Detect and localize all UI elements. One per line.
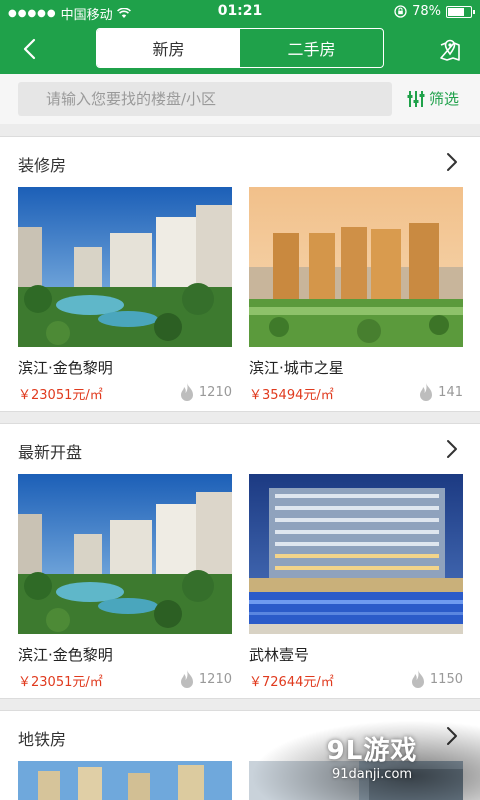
popularity-count: 141 xyxy=(438,384,463,400)
listing-price: ￥23051元/㎡ xyxy=(18,675,103,690)
listing-photo xyxy=(249,474,463,634)
popularity: 1150 xyxy=(410,669,463,689)
map-button[interactable] xyxy=(436,34,464,64)
section-title: 地铁房 xyxy=(18,730,67,749)
listing-photo xyxy=(18,474,232,634)
section-title: 装修房 xyxy=(18,156,67,175)
flame-icon xyxy=(180,670,193,688)
status-bar: ●●●●● 中国移动 01:21 78% xyxy=(0,0,480,24)
popularity-count: 1150 xyxy=(429,671,463,687)
search-input[interactable] xyxy=(18,82,392,116)
section-decorated-houses: 装修房 滨江·金色黎明 ￥23051元/㎡ 1210 滨江·城市之星 ￥3549… xyxy=(0,136,480,412)
watermark: 9L游戏 91danji.com xyxy=(272,730,472,796)
back-button[interactable] xyxy=(14,34,44,64)
listing-card[interactable]: 滨江·金色黎明 ￥23051元/㎡ 1210 xyxy=(18,474,232,693)
section-title: 最新开盘 xyxy=(18,443,83,462)
listing-card[interactable]: 滨江·城市之星 ￥35494元/㎡ 141 xyxy=(249,187,463,406)
section-header[interactable]: 最新开盘 xyxy=(0,424,480,474)
listing-price: ￥72644元/㎡ xyxy=(249,675,334,690)
listing-name: 滨江·金色黎明 xyxy=(18,646,113,664)
popularity-count: 1210 xyxy=(198,671,232,687)
listing-name: 武林壹号 xyxy=(249,646,310,664)
section-newly-opened: 最新开盘 滨江·金色黎明 ￥23051元/㎡ 1210 武林壹号 ￥72644元… xyxy=(0,423,480,699)
battery-percent: 78% xyxy=(412,4,441,19)
house-type-tabs: 新房 二手房 xyxy=(96,28,384,68)
chevron-right-icon xyxy=(447,440,457,458)
map-pin-icon xyxy=(440,39,460,61)
filter-label: 筛选 xyxy=(429,90,460,108)
popularity: 141 xyxy=(418,382,463,402)
tab-second-hand-house[interactable]: 二手房 xyxy=(240,29,383,67)
chevron-left-icon xyxy=(23,38,36,60)
listing-price: ￥23051元/㎡ xyxy=(18,388,103,403)
flame-icon xyxy=(420,383,433,401)
flame-icon xyxy=(180,383,193,401)
tab-new-house[interactable]: 新房 xyxy=(97,29,240,67)
filter-button[interactable]: 筛选 xyxy=(406,88,459,109)
listing-price: ￥35494元/㎡ xyxy=(249,388,334,403)
watermark-brand: 9L游戏 xyxy=(326,736,418,766)
popularity-count: 1210 xyxy=(198,384,232,400)
listing-photo xyxy=(18,761,232,800)
popularity: 1210 xyxy=(179,669,232,689)
filter-sliders-icon xyxy=(407,90,425,107)
listing-card[interactable]: 武林壹号 ￥72644元/㎡ 1150 xyxy=(249,474,463,693)
listing-name: 滨江·城市之星 xyxy=(249,359,344,377)
listing-card[interactable]: 滨江·金色黎明 ￥23051元/㎡ 1210 xyxy=(18,187,232,406)
listing-name: 滨江·金色黎明 xyxy=(18,359,113,377)
section-header[interactable]: 装修房 xyxy=(0,137,480,187)
listing-photo xyxy=(18,187,232,347)
search-bar: 筛选 xyxy=(0,74,480,124)
flame-icon xyxy=(411,670,424,688)
nav-bar: 新房 二手房 xyxy=(0,24,480,74)
rotation-lock-icon xyxy=(394,5,407,18)
battery-icon xyxy=(446,5,475,18)
popularity: 1210 xyxy=(179,382,232,402)
listing-photo xyxy=(249,187,463,347)
watermark-url: 91danji.com xyxy=(331,767,413,782)
chevron-right-icon xyxy=(447,153,457,171)
